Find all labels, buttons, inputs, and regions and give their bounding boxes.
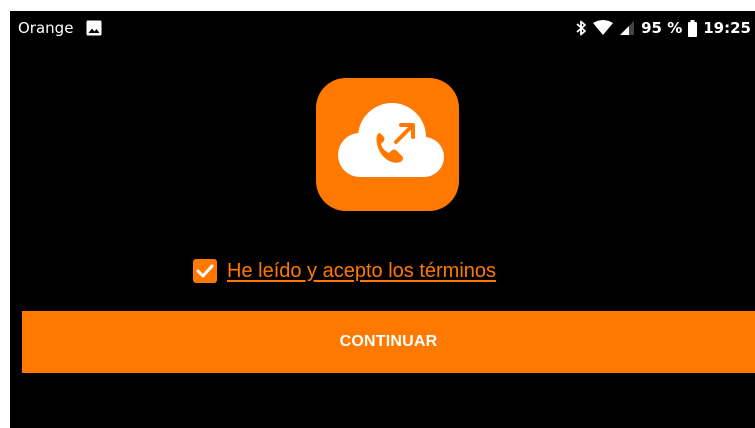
continue-button[interactable]: CONTINUAR	[22, 311, 755, 373]
carrier-name: Orange	[18, 19, 74, 37]
wifi-icon	[593, 20, 614, 36]
status-bar: Orange 95 % 19:25	[10, 11, 755, 47]
cloud-phone-icon	[338, 103, 444, 177]
app-logo	[316, 78, 459, 211]
battery-level: 95 %	[641, 19, 683, 37]
status-indicators: 95 % 19:25	[575, 19, 751, 37]
terms-checkbox[interactable]	[193, 259, 217, 283]
terms-row: He leído y acepto los términos	[193, 257, 496, 285]
bluetooth-icon	[575, 19, 587, 37]
app-screen: Orange 95 % 19:25 He leído y acepto los …	[10, 11, 755, 428]
signal-icon	[619, 20, 635, 36]
clock: 19:25	[703, 19, 751, 37]
checkmark-icon	[196, 264, 214, 278]
terms-link[interactable]: He leído y acepto los términos	[227, 260, 496, 283]
gallery-icon	[86, 20, 102, 36]
battery-icon	[688, 19, 698, 37]
